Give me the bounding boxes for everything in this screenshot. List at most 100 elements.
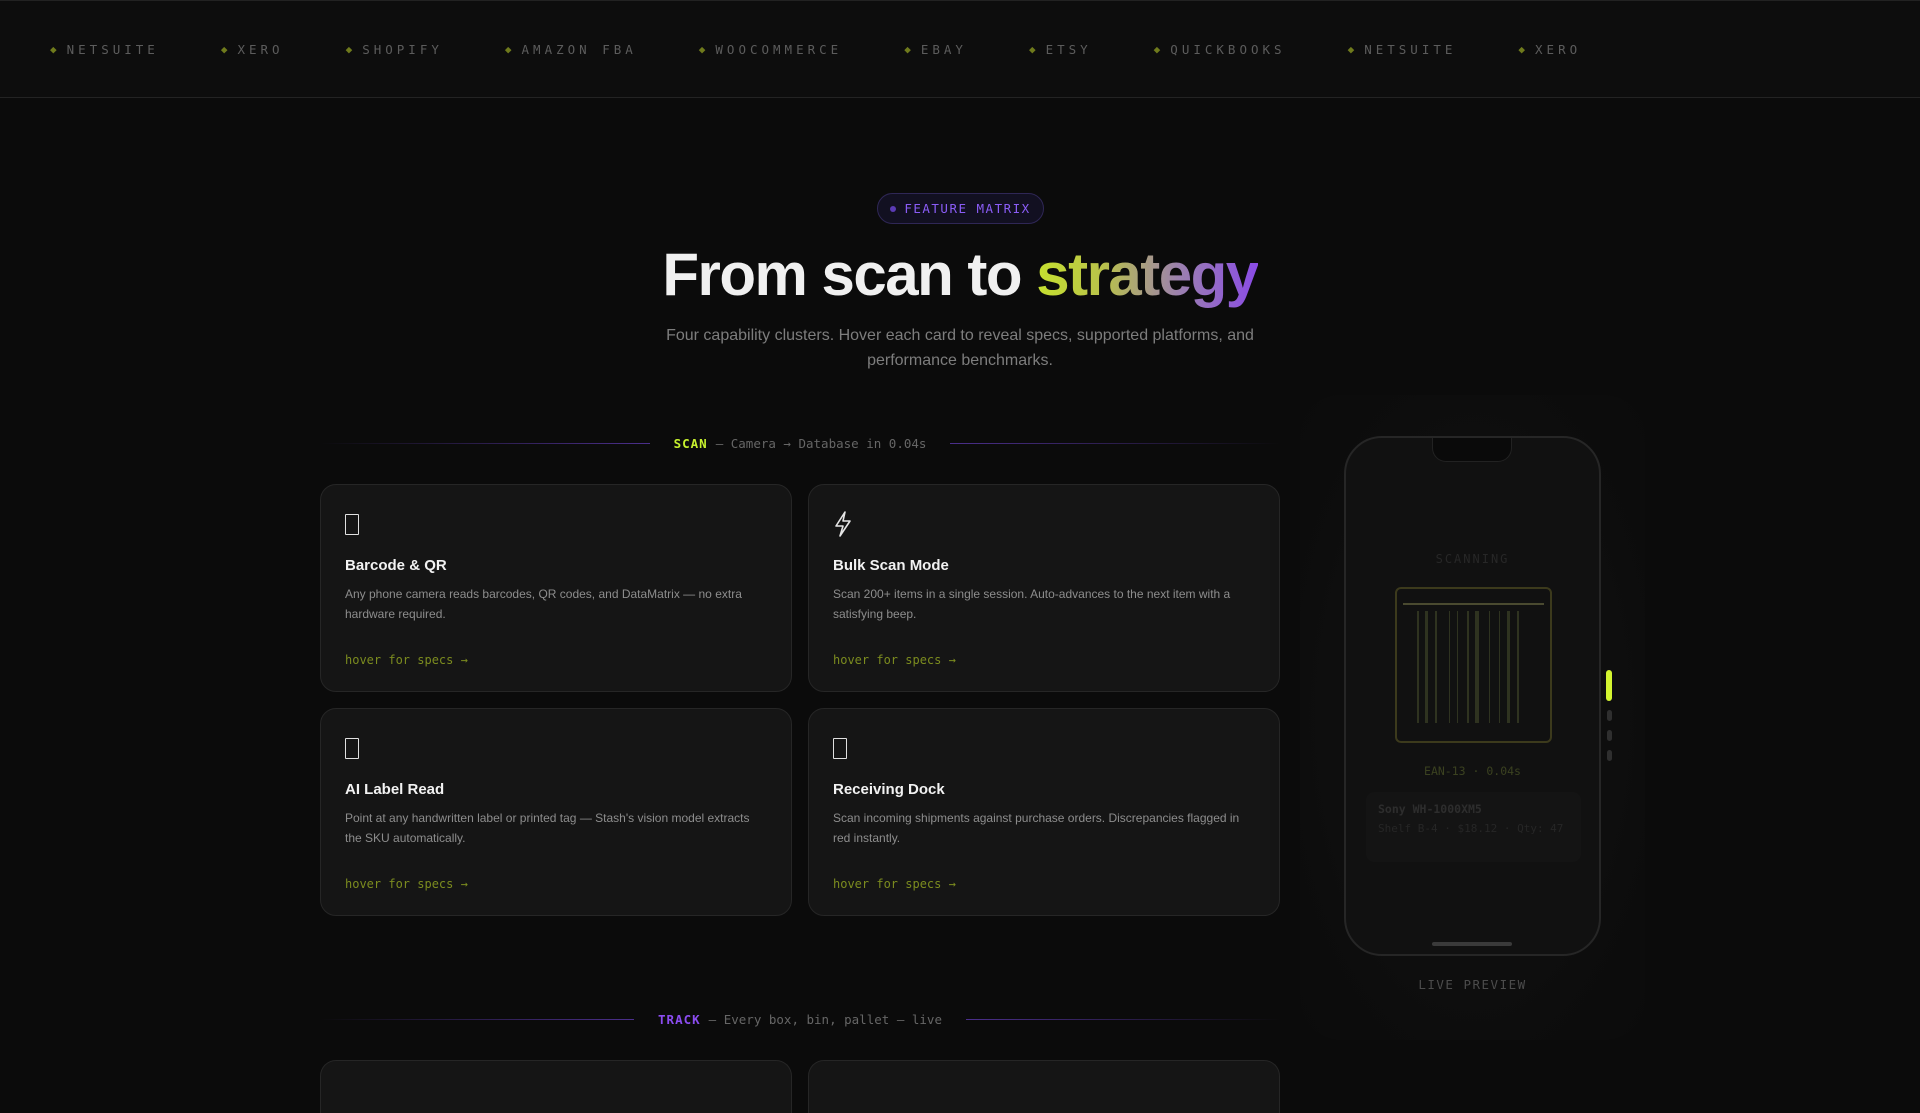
barcode-graphic [1417, 611, 1532, 723]
marquee-label: QUICKBOOKS [1170, 42, 1286, 57]
page-title: From scan to strategy [0, 240, 1920, 309]
section-tag-track: TRACK [658, 1011, 701, 1027]
marquee-item: ◆ XERO [1518, 42, 1581, 57]
preview-step-dot[interactable] [1607, 750, 1612, 761]
badge-dot-icon [890, 205, 897, 212]
barcode-bar [1489, 611, 1490, 723]
marquee-item: ◆ ETSY [1029, 42, 1092, 57]
section-caption-track: — Every box, bin, pallet — live [708, 1011, 942, 1027]
marquee-label: ETSY [1045, 42, 1092, 57]
card-title: AI Label Read [345, 781, 445, 798]
card-specs-link[interactable]: hover for specs → [833, 653, 956, 667]
barcode-bar [1417, 611, 1419, 723]
diamond-icon: ◆ [698, 43, 706, 56]
section-label: SCAN — Camera → Database in 0.04s [650, 436, 951, 451]
marquee-label: WOOCOMMERCE [715, 42, 843, 57]
page-subtitle: Four capability clusters. Hover each car… [666, 327, 1254, 369]
marquee-label: SHOPIFY [362, 42, 443, 57]
card-description: Any phone camera reads barcodes, QR code… [345, 587, 742, 621]
marquee-label: NETSUITE [66, 42, 159, 57]
marquee-label: XERO [1535, 42, 1582, 57]
feature-card-track-2[interactable] [808, 1060, 1280, 1113]
scan-result-card: Sony WH-1000XM5 Shelf B-4 · $18.12 · Qty… [1366, 792, 1581, 862]
headline-plain: From scan to [662, 241, 1037, 308]
barcode-bar [1517, 611, 1519, 723]
phone-icon [345, 511, 367, 537]
label-icon [345, 735, 367, 761]
barcode-bar [1499, 611, 1500, 723]
dock-icon [833, 735, 855, 761]
card-title: Barcode & QR [345, 557, 447, 574]
diamond-icon: ◆ [1153, 43, 1161, 56]
barcode-bar [1449, 611, 1450, 723]
scan-code-readout: EAN-13 · 0.04s [1424, 764, 1521, 778]
badge-label: FEATURE MATRIX [904, 201, 1031, 216]
marquee-item: ◆ NETSUITE [1348, 42, 1457, 57]
headline-accent: strategy [1036, 241, 1259, 308]
live-preview-caption: LIVE PREVIEW [1418, 977, 1527, 992]
preview-step-dot[interactable] [1607, 730, 1612, 741]
divider-line [965, 1018, 1280, 1020]
scan-line [1403, 603, 1544, 605]
marquee-label: AMAZON FBA [521, 42, 637, 57]
barcode-bar [1475, 611, 1479, 723]
marquee-item: ◆ WOOCOMMERCE [699, 42, 842, 57]
section-header-scan: SCAN — Camera → Database in 0.04s [320, 433, 1281, 453]
scan-status: SCANNING [1435, 552, 1510, 566]
card-specs-link[interactable]: hover for specs → [345, 877, 468, 891]
marquee-label: EBAY [920, 42, 967, 57]
card-title: Receiving Dock [833, 781, 945, 798]
section-header-track: TRACK — Every box, bin, pallet — live [320, 1009, 1280, 1029]
marquee-item: ◆ EBAY [904, 42, 967, 57]
product-meta: Shelf B-4 · $18.12 · Qty: 47 [1378, 822, 1564, 835]
barcode-bar [1425, 611, 1428, 723]
feature-card-track-1[interactable] [320, 1060, 792, 1113]
barcode-bar [1507, 611, 1510, 723]
marquee-item: ◆ NETSUITE [50, 42, 159, 57]
section-caption-scan: — Camera → Database in 0.04s [715, 435, 927, 451]
card-specs-link[interactable]: hover for specs → [345, 653, 468, 667]
diamond-icon: ◆ [504, 43, 512, 56]
marquee-item: ◆ XERO [221, 42, 284, 57]
divider-line [320, 1018, 635, 1020]
integration-marquee: ◆ NETSUITE ◆ XERO ◆ SHOPIFY ◆ AMAZON FBA ◆ WOOCOM… [0, 0, 1920, 98]
phone-mockup: SCANNING EAN-13 · 0.04s Sony WH-1000XM5 … [1344, 436, 1601, 956]
marquee-track: ◆ NETSUITE ◆ XERO ◆ SHOPIFY ◆ AMAZON FBA ◆ WOOCOM… [50, 42, 1643, 57]
marquee-item: ◆ QUICKBOOKS [1154, 42, 1286, 57]
diamond-icon: ◆ [220, 43, 228, 56]
feature-card-barcode[interactable]: Barcode & QR Any phone camera reads barc… [320, 484, 792, 692]
feature-card-ai-label[interactable]: AI Label Read Point at any handwritten l… [320, 708, 792, 916]
divider-line [320, 442, 650, 444]
marquee-label: NETSUITE [1364, 42, 1457, 57]
diamond-icon: ◆ [50, 43, 57, 56]
card-description: Scan 200+ items in a single session. Aut… [833, 587, 1231, 621]
phone-notch [1432, 438, 1512, 462]
feature-card-bulk-scan[interactable]: Bulk Scan Mode Scan 200+ items in a sing… [808, 484, 1280, 692]
divider-line [950, 442, 1281, 444]
diamond-icon: ◆ [904, 43, 911, 56]
marquee-item: ◆ SHOPIFY [346, 42, 443, 57]
barcode-bar [1457, 611, 1458, 723]
preview-step-indicator [1606, 670, 1614, 770]
card-description: Point at any handwritten label or printe… [345, 811, 750, 845]
feature-matrix-badge: FEATURE MATRIX [877, 193, 1044, 224]
marquee-label: XERO [237, 42, 284, 57]
section-tag-scan: SCAN [673, 435, 708, 451]
home-indicator [1432, 942, 1512, 946]
marquee-item: ◆ AMAZON FBA [505, 42, 637, 57]
card-description: Scan incoming shipments against purchase… [833, 811, 1240, 845]
preview-step-dot[interactable] [1607, 710, 1612, 721]
card-title: Bulk Scan Mode [833, 557, 949, 574]
section-label: TRACK — Every box, bin, pallet — live [634, 1012, 966, 1027]
scan-viewfinder [1395, 587, 1552, 743]
feature-card-receiving-dock[interactable]: Receiving Dock Scan incoming shipments a… [808, 708, 1280, 916]
barcode-bar [1467, 611, 1469, 723]
diamond-icon: ◆ [345, 43, 353, 56]
diamond-icon: ◆ [1347, 43, 1355, 56]
preview-step-dot[interactable] [1606, 670, 1612, 701]
diamond-icon: ◆ [1518, 43, 1526, 56]
lightning-icon [833, 511, 855, 537]
card-specs-link[interactable]: hover for specs → [833, 877, 956, 891]
diamond-icon: ◆ [1028, 43, 1036, 56]
product-name: Sony WH-1000XM5 [1378, 802, 1482, 816]
